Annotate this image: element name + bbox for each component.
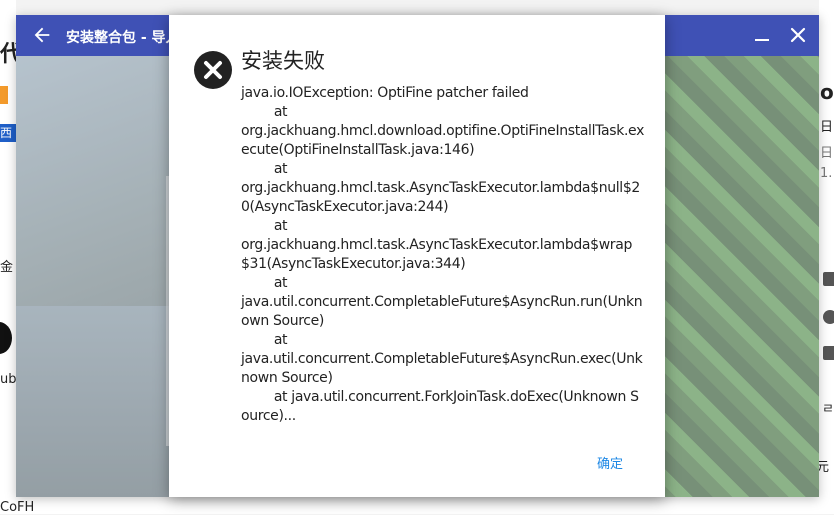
close-icon[interactable] [788, 25, 808, 45]
background-page-right [819, 0, 834, 514]
bg-fragment-blue-tag: 西 [0, 124, 16, 142]
background-page-bottom [0, 497, 834, 514]
minimize-icon[interactable] [752, 25, 772, 45]
ok-button[interactable]: 确定 [593, 451, 627, 474]
bg-fragment-icon [823, 310, 834, 324]
bg-fragment-text: ub [0, 372, 16, 387]
bg-fragment-text: 金 [0, 260, 14, 275]
window-title: 安装整合包 - 导入 [66, 30, 180, 46]
bg-fragment-text: 日 [820, 146, 834, 161]
bg-fragment-icon [823, 272, 834, 286]
bg-fragment-text: 日 [820, 120, 834, 135]
bg-fragment-icon [823, 346, 834, 360]
error-dialog: 安装失败 java.io.IOException: OptiFine patch… [169, 15, 665, 497]
dialog-title: 安装失败 [241, 49, 325, 73]
bg-fragment-orange-tag [0, 86, 8, 104]
bg-fragment-text: 1. [820, 166, 833, 181]
error-message: java.io.IOException: OptiFine patcher fa… [241, 85, 645, 424]
arrow-left-icon[interactable] [31, 24, 53, 46]
error-circle-icon [194, 51, 232, 89]
bg-fragment-text: 代 [0, 42, 16, 67]
bg-fragment-text: o [820, 80, 834, 104]
bg-fragment-text: ㄹ [822, 402, 834, 417]
bg-fragment-text: CoFH [0, 500, 35, 515]
